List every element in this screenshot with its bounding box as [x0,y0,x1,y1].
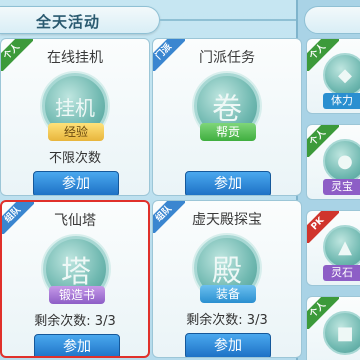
side-reward-tag: 灵石 [323,265,360,281]
side-emblem-icon: ◆ [323,53,360,97]
join-button[interactable]: 参加 [185,333,271,357]
side-header [304,6,360,34]
side-card-3[interactable]: PK ▲ 灵石 [306,210,360,286]
header-divider [160,19,296,21]
reward-tag: 经验 [48,123,104,141]
side-card-1[interactable]: 个人 ◆ 体力 [306,38,360,114]
reward-tag: 帮贡 [200,123,256,141]
card-title: 在线挂机 [47,50,103,66]
activity-card-palace-treasure[interactable]: 组队 虚天殿探宝 殿 装备 剩余次数: 3/3 参加 [152,200,302,358]
side-reward-tag: 体力 [323,93,360,109]
side-activity-column: 个人 ◆ 体力 个人 ● 灵宝 PK ▲ 灵石 个人 ■ [304,0,360,360]
attempts-text: 剩余次数: 3/3 [34,314,116,329]
card-title: 飞仙塔 [54,213,96,229]
reward-tag: 装备 [200,285,256,303]
activity-card-online-idle[interactable]: 个人 在线挂机 挂机 经验 不限次数 参加 [0,38,150,196]
attempts-text: 剩余次数: 3/3 [186,313,268,328]
section-title: 全天活动 [36,13,101,31]
side-emblem-icon: ■ [323,311,360,355]
activity-panel: 全天活动 个人 在线挂机 挂机 经验 不限次数 参加 门派 门派任务 卷 帮贡 … [0,0,302,360]
join-button[interactable]: 参加 [185,171,271,195]
side-reward-tag: 灵宝 [323,179,360,195]
reward-tag: 锻造书 [49,286,105,304]
side-emblem-icon: ▲ [323,225,360,269]
card-title: 门派任务 [199,50,255,66]
join-button[interactable]: 参加 [33,171,119,195]
side-card-2[interactable]: 个人 ● 灵宝 [306,124,360,200]
side-card-4[interactable]: 个人 ■ [306,296,360,360]
activity-card-flying-tower[interactable]: 组队 飞仙塔 塔 锻造书 剩余次数: 3/3 参加 [0,200,150,358]
join-button[interactable]: 参加 [34,334,120,356]
card-title: 虚天殿探宝 [192,212,262,228]
side-emblem-icon: ● [323,139,360,183]
section-header: 全天活动 [0,6,160,34]
attempts-text: 不限次数 [48,151,101,166]
activity-card-sect-task[interactable]: 门派 门派任务 卷 帮贡 参加 [152,38,302,196]
